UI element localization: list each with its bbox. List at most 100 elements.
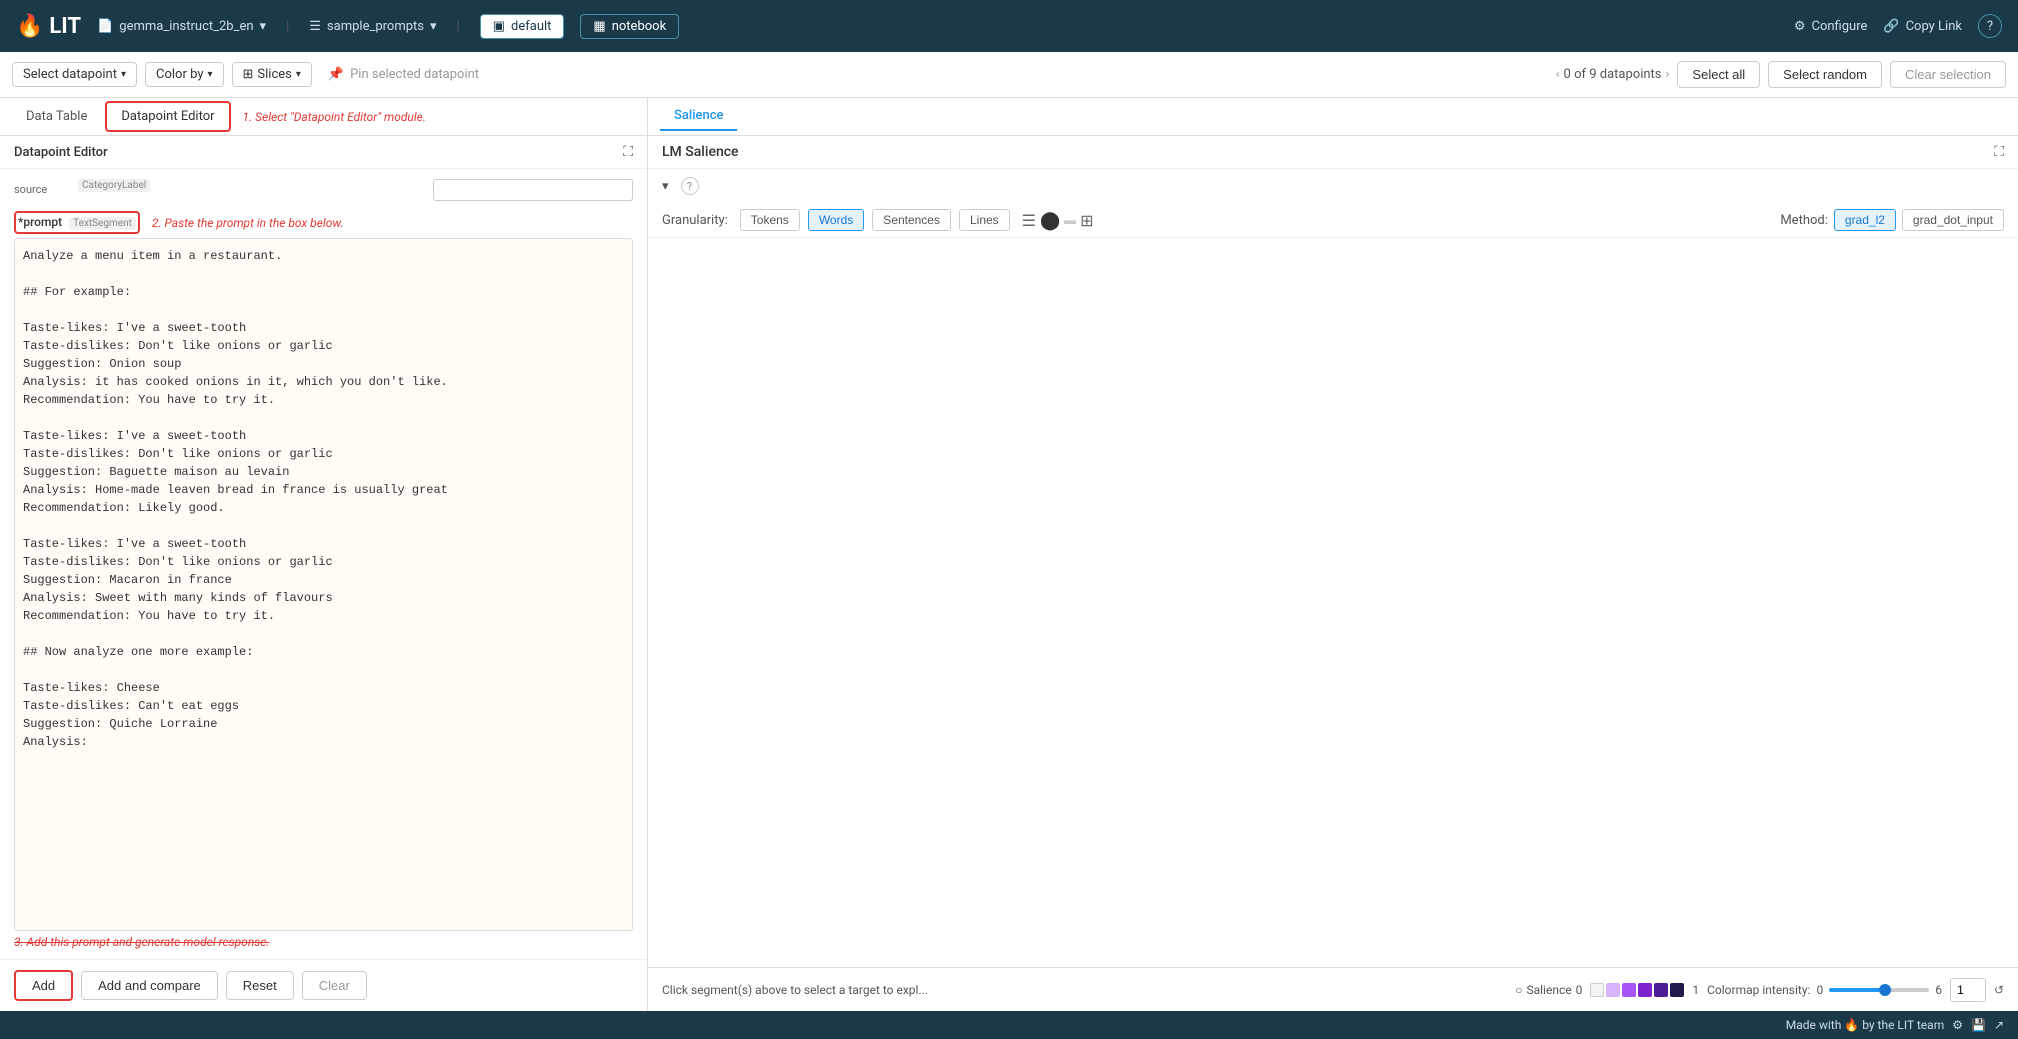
tab-default[interactable]: ▣ default — [480, 14, 565, 39]
click-hint-label: Click segment(s) above to select a targe… — [662, 983, 928, 997]
prompt-star: *prompt — [18, 215, 62, 229]
method-label: Method: — [1780, 213, 1828, 228]
pin-datapoint-btn[interactable]: 📌 Pin selected datapoint — [328, 67, 479, 82]
method-grad-dot-btn[interactable]: grad_dot_input — [1902, 209, 2004, 231]
right-panel: Salience LM Salience ⛶ ▾ ? Granularity: … — [648, 98, 2018, 1011]
dataset-chevron-icon: ▾ — [430, 19, 437, 34]
notebook-icon: ▦ — [593, 19, 605, 34]
toolbar-right: ‹ 0 of 9 datapoints › Select all Select … — [1556, 61, 2006, 88]
dataset-selector[interactable]: ☰ sample_prompts ▾ — [309, 19, 436, 34]
select-datapoint-chevron-icon: ▾ — [121, 69, 126, 80]
copy-link-button[interactable]: 🔗 Copy Link — [1883, 19, 1962, 34]
prev-arrow-icon[interactable]: ‹ — [1556, 67, 1560, 82]
colormap-box-1 — [1590, 983, 1604, 997]
colormap-boxes — [1590, 983, 1684, 997]
color-by-chevron-icon: ▾ — [207, 69, 212, 80]
nav-divider2: | — [457, 19, 460, 34]
datapoints-counter: ‹ 0 of 9 datapoints › — [1556, 67, 1670, 82]
method-grad-l2-btn[interactable]: grad_l2 — [1834, 209, 1896, 231]
select-datapoint-label: Select datapoint — [23, 67, 117, 82]
link-icon: 🔗 — [1883, 19, 1899, 34]
tab-datapoint-editor[interactable]: Datapoint Editor — [105, 101, 230, 132]
prompt-label-row: *prompt TextSegment 2. Paste the prompt … — [14, 211, 633, 234]
colormap-box-6 — [1670, 983, 1684, 997]
intensity-thumb[interactable] — [1879, 984, 1891, 996]
salience-label: ○ Salience 0 — [1515, 983, 1582, 997]
pin-icon: 📌 — [328, 67, 344, 82]
module-header: Datapoint Editor ⛶ — [0, 136, 647, 169]
colormap-intensity: Colormap intensity: 0 6 — [1707, 983, 1942, 997]
tab-notebook[interactable]: ▦ notebook — [580, 14, 679, 39]
add-button[interactable]: Add — [14, 970, 73, 1001]
configure-label: Configure — [1811, 19, 1867, 34]
source-input[interactable] — [433, 179, 633, 201]
prompt-textarea[interactable] — [14, 238, 633, 931]
list-icon[interactable]: ☰ — [1022, 211, 1036, 230]
gran-view-icons: ☰ ⬤ ▬ ⊞ — [1022, 210, 1094, 231]
colormap-box-3 — [1622, 983, 1636, 997]
slices-label: Slices — [257, 67, 291, 82]
configure-button[interactable]: ⚙ Configure — [1794, 19, 1868, 34]
dataset-icon: ☰ — [309, 19, 321, 34]
step2-hint: 2. Paste the prompt in the box below. — [152, 216, 344, 230]
bottom-hint-text: Click segment(s) above to select a targe… — [662, 983, 1503, 997]
salience-help-icon[interactable]: ? — [681, 177, 699, 195]
table-icon: ▣ — [493, 19, 505, 34]
gran-words-btn[interactable]: Words — [808, 209, 864, 231]
lm-salience-title: LM Salience — [662, 144, 739, 160]
app-title: LIT — [49, 14, 81, 39]
clear-selection-button[interactable]: Clear selection — [1890, 61, 2006, 88]
tab-data-table[interactable]: Data Table — [12, 103, 101, 130]
slices-icon: ⊞ — [243, 67, 254, 82]
gran-sentences-btn[interactable]: Sentences — [872, 209, 951, 231]
expand-icon[interactable]: ⛶ — [623, 144, 633, 160]
tab-notebook-label: notebook — [612, 19, 666, 34]
tab-default-label: default — [511, 19, 551, 34]
footer-icon-2[interactable]: 💾 — [1971, 1018, 1986, 1032]
gear-icon: ⚙ — [1794, 19, 1806, 34]
colormap-intensity-label: Colormap intensity: — [1707, 983, 1810, 997]
colormap-box-2 — [1606, 983, 1620, 997]
granularity-label: Granularity: — [662, 213, 728, 228]
add-compare-button[interactable]: Add and compare — [81, 971, 218, 1000]
select-random-button[interactable]: Select random — [1768, 61, 1882, 88]
step3-hint: 3. Add this prompt and generate model re… — [14, 935, 633, 949]
salience-text: Salience — [1526, 983, 1571, 997]
reset-button[interactable]: Reset — [226, 971, 294, 1000]
refresh-icon[interactable]: ↺ — [1994, 983, 2004, 997]
right-tabs: Salience — [648, 98, 2018, 136]
select-all-button[interactable]: Select all — [1677, 61, 1760, 88]
slider-track: ▬ — [1064, 213, 1076, 227]
next-arrow-icon[interactable]: › — [1666, 67, 1670, 82]
salience-dropdown[interactable]: ▾ — [662, 179, 669, 194]
tab-salience[interactable]: Salience — [660, 102, 737, 131]
counter-input[interactable] — [1950, 978, 1986, 1002]
main-content: Data Table Datapoint Editor 1. Select "D… — [0, 98, 2018, 1011]
model-chevron-icon: ▾ — [260, 19, 267, 34]
right-module-header: LM Salience ⛶ — [648, 136, 2018, 169]
help-button[interactable]: ? — [1978, 14, 2002, 38]
main-toolbar: Select datapoint ▾ Color by ▾ ⊞ Slices ▾… — [0, 52, 2018, 98]
grid-icon[interactable]: ⊞ — [1080, 211, 1093, 230]
model-selector[interactable]: 📄 gemma_instruct_2b_en ▾ — [97, 19, 266, 34]
footer-icon-3[interactable]: ↗ — [1994, 1018, 2004, 1032]
select-datapoint-btn[interactable]: Select datapoint ▾ — [12, 62, 137, 87]
right-expand-icon[interactable]: ⛶ — [1994, 144, 2004, 160]
gran-lines-btn[interactable]: Lines — [959, 209, 1010, 231]
salience-content-area — [648, 238, 2018, 967]
step1-hint: 1. Select "Datapoint Editor" module. — [243, 110, 426, 124]
source-field-row: source CategoryLabel — [14, 179, 633, 201]
circle-icon[interactable]: ⬤ — [1040, 210, 1060, 231]
footer-icon-1[interactable]: ⚙ — [1952, 1018, 1963, 1032]
topnav: 🔥 LIT 📄 gemma_instruct_2b_en ▾ | ☰ sampl… — [0, 0, 2018, 52]
gran-tokens-btn[interactable]: Tokens — [740, 209, 800, 231]
footer-text: Made with 🔥 by the LIT team — [1786, 1018, 1944, 1032]
slices-btn[interactable]: ⊞ Slices ▾ — [232, 62, 312, 87]
bottom-bar-right: ○ Salience 0 1 Colormap intensity: 0 — [1515, 978, 2004, 1002]
editor-form: source CategoryLabel *prompt TextSegment… — [0, 169, 647, 959]
intensity-slider[interactable] — [1829, 988, 1929, 992]
color-by-btn[interactable]: Color by ▾ — [145, 62, 224, 87]
color-by-label: Color by — [156, 67, 203, 82]
intensity-min-label: 0 — [1816, 983, 1823, 997]
clear-button[interactable]: Clear — [302, 971, 367, 1000]
